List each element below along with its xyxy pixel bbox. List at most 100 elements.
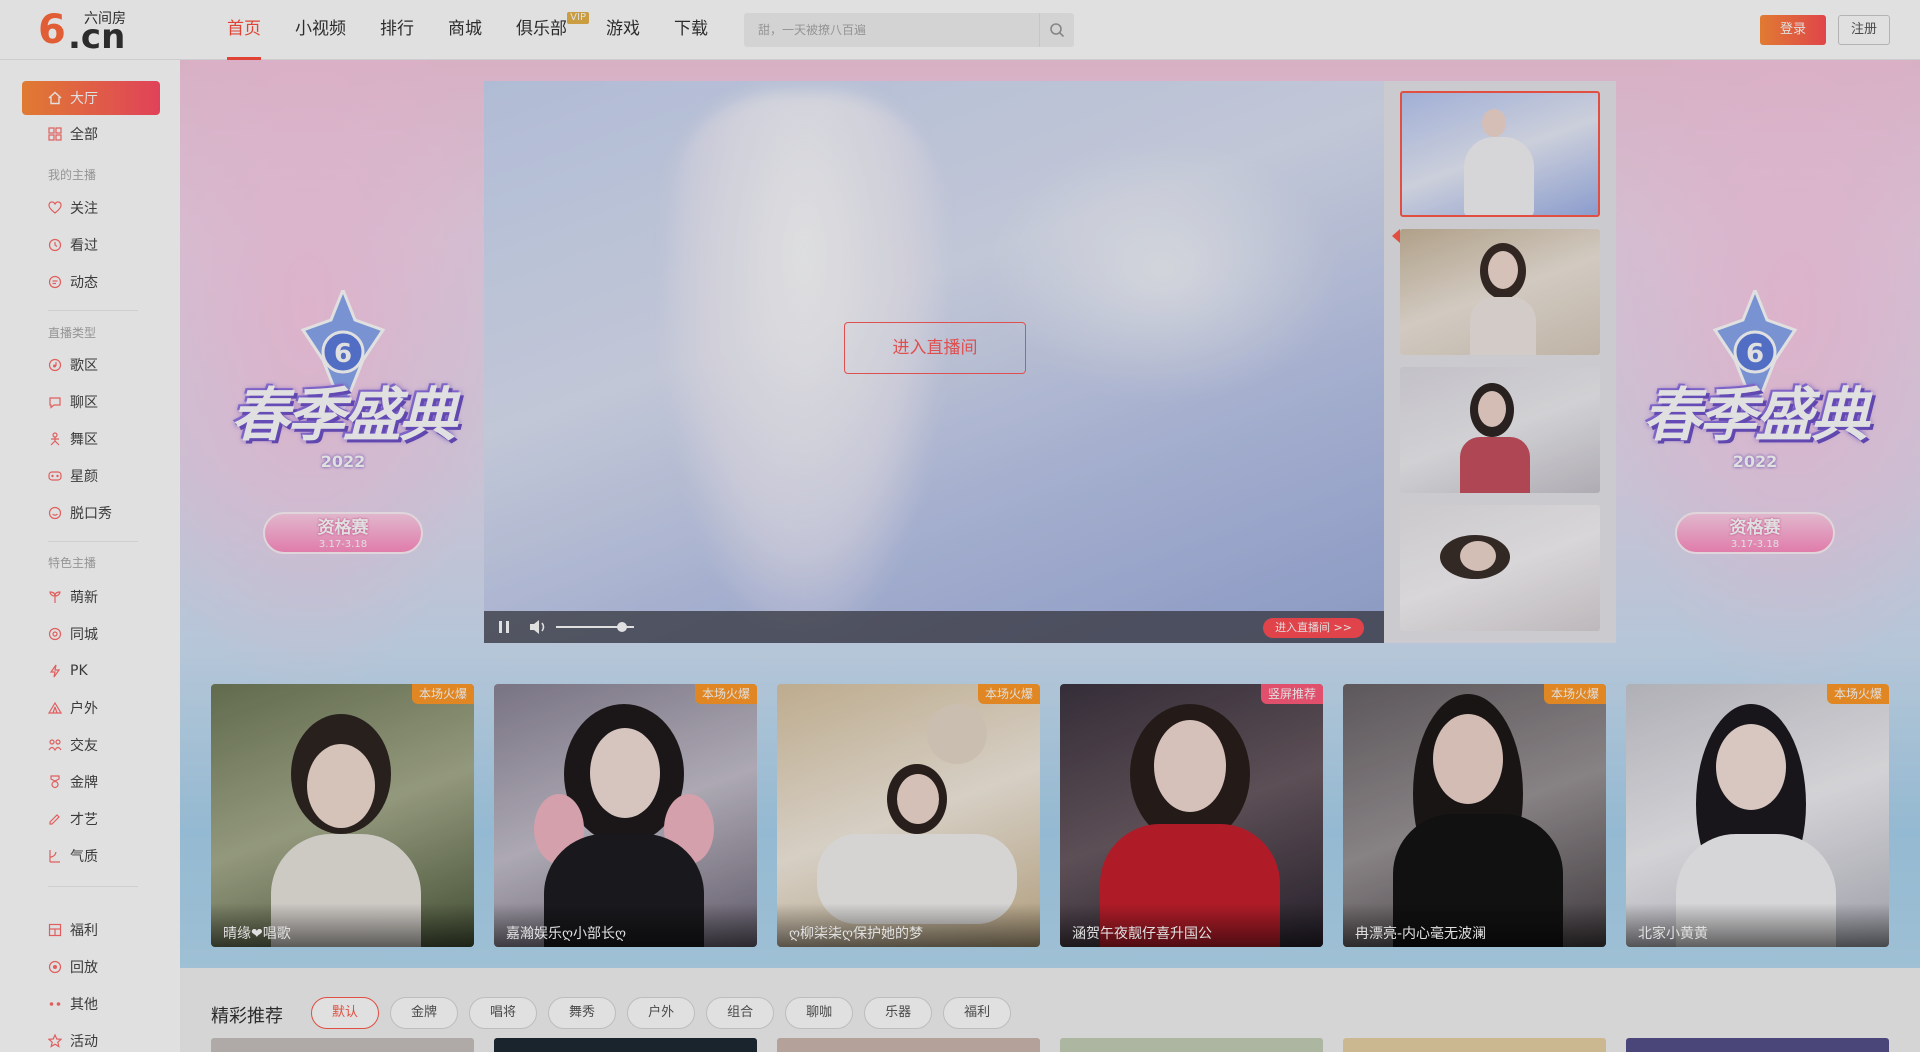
sidebar-item-temperament[interactable]: 气质 bbox=[22, 839, 160, 873]
recommend-card[interactable] bbox=[777, 1038, 1040, 1052]
search-button[interactable] bbox=[1039, 13, 1074, 47]
sidebar-item-label: 脱口秀 bbox=[70, 506, 112, 522]
sidebar-item-dance[interactable]: 舞区 bbox=[22, 422, 160, 456]
clock-icon bbox=[48, 238, 62, 252]
live-card[interactable]: 本场火爆 晴缘❤唱歌 bbox=[211, 684, 474, 947]
event-year: 2022 bbox=[1732, 452, 1778, 471]
thumb-item[interactable] bbox=[1400, 367, 1600, 493]
nav-home-label: 首页 bbox=[227, 19, 261, 39]
sidebar-item-talk-show[interactable]: 脱口秀 bbox=[22, 496, 160, 530]
sidebar-group-type: 直播类型 bbox=[48, 326, 97, 340]
sidebar-item-label: 歌区 bbox=[70, 358, 98, 374]
sidebar-item-welfare[interactable]: 福利 bbox=[22, 913, 160, 947]
volume-slider-handle[interactable] bbox=[617, 622, 627, 632]
nav-short-video[interactable]: 小视频 bbox=[278, 0, 363, 60]
sidebar-item-all[interactable]: 全部 bbox=[22, 117, 160, 151]
card-hot-tag: 本场火爆 bbox=[411, 684, 474, 704]
sidebar-item-label: 动态 bbox=[70, 275, 98, 291]
nav-mall[interactable]: 商城 bbox=[431, 0, 499, 60]
sidebar-item-hall[interactable]: 大厅 bbox=[22, 81, 160, 115]
card-anchor-name: 晴缘❤唱歌 bbox=[211, 903, 474, 947]
live-card[interactable]: 本场火爆 北家小黄黄 bbox=[1626, 684, 1889, 947]
event-year: 2022 bbox=[320, 452, 366, 471]
thumb-item[interactable] bbox=[1400, 505, 1600, 631]
sidebar-item-same-city[interactable]: 同城 bbox=[22, 617, 160, 651]
sidebar-item-pk[interactable]: PK bbox=[22, 654, 160, 688]
sidebar-item-label: 气质 bbox=[70, 849, 98, 865]
event-badge-right[interactable]: 6 春季盛典 2022 资格赛 3.17-3.18 bbox=[1620, 290, 1890, 580]
thumb-face bbox=[1478, 391, 1506, 427]
volume-icon[interactable] bbox=[528, 618, 548, 636]
sidebar-item-star-face[interactable]: 星颜 bbox=[22, 459, 160, 493]
filter-chip-gold[interactable]: 金牌 bbox=[390, 997, 459, 1029]
sidebar-item-follow[interactable]: 关注 bbox=[22, 191, 160, 225]
thumb-face bbox=[1488, 251, 1518, 289]
card-anchor-name: 冉漂亮-内心毫无波澜 bbox=[1343, 903, 1606, 947]
recommend-card[interactable] bbox=[211, 1038, 474, 1052]
nav-mall-label: 商城 bbox=[448, 19, 482, 39]
filter-chip-chat[interactable]: 聊咖 bbox=[785, 997, 854, 1029]
filter-chip-outdoor[interactable]: 户外 bbox=[627, 997, 696, 1029]
recommend-card[interactable] bbox=[494, 1038, 757, 1052]
nav-download[interactable]: 下载 bbox=[657, 0, 725, 60]
bubble-icon bbox=[48, 395, 62, 409]
live-card[interactable]: 本场火爆 冉漂亮-内心毫无波澜 bbox=[1343, 684, 1606, 947]
thumb-item[interactable] bbox=[1400, 91, 1600, 217]
filter-chip-group[interactable]: 组合 bbox=[706, 997, 775, 1029]
video-frame-cloud bbox=[984, 141, 1344, 401]
sidebar-item-gold[interactable]: 金牌 bbox=[22, 765, 160, 799]
search-box bbox=[744, 13, 1074, 47]
nav-games[interactable]: 游戏 bbox=[589, 0, 657, 60]
sidebar-item-feed[interactable]: 动态 bbox=[22, 265, 160, 299]
event-title: 春季盛典 bbox=[230, 381, 457, 449]
filter-chip-welfare[interactable]: 福利 bbox=[943, 997, 1012, 1029]
sidebar-item-newbie[interactable]: 萌新 bbox=[22, 580, 160, 614]
search-input[interactable] bbox=[744, 13, 1039, 47]
event-badge-left[interactable]: 6 春季盛典 2022 资格赛 3.17-3.18 bbox=[208, 290, 478, 580]
sidebar-item-replay[interactable]: 回放 bbox=[22, 950, 160, 984]
recommend-card[interactable] bbox=[1626, 1038, 1889, 1052]
live-card[interactable]: 竖屏推荐 涵贺午夜靓仔喜升国公 bbox=[1060, 684, 1323, 947]
recommend-card[interactable] bbox=[1343, 1038, 1606, 1052]
pause-icon[interactable] bbox=[496, 619, 512, 635]
sidebar-item-events[interactable]: 活动 bbox=[22, 1024, 160, 1052]
enter-live-room-small-button[interactable]: 进入直播间 >> bbox=[1263, 618, 1364, 638]
filter-chip-dance[interactable]: 舞秀 bbox=[548, 997, 617, 1029]
login-button[interactable]: 登录 bbox=[1760, 15, 1826, 45]
vip-badge: VIP bbox=[567, 12, 589, 24]
thumb-item[interactable] bbox=[1400, 229, 1600, 355]
thumb-body bbox=[1460, 437, 1530, 493]
sidebar-item-singing[interactable]: 歌区 bbox=[22, 348, 160, 382]
svg-text:6: 6 bbox=[1746, 339, 1764, 369]
nav-club[interactable]: 俱乐部 VIP bbox=[499, 0, 589, 60]
event-pill-label: 资格赛 bbox=[317, 518, 369, 538]
register-button[interactable]: 注册 bbox=[1838, 15, 1890, 45]
sidebar-item-outdoor[interactable]: 户外 bbox=[22, 691, 160, 725]
enter-live-room-button[interactable]: 进入直播间 bbox=[844, 322, 1026, 374]
live-card[interactable]: 本场火爆 嘉瀚娱乐ღ小部长ღ bbox=[494, 684, 757, 947]
heart-icon bbox=[48, 201, 62, 215]
sidebar-item-friends[interactable]: 交友 bbox=[22, 728, 160, 762]
sidebar-item-label: 看过 bbox=[70, 238, 98, 254]
nav-home[interactable]: 首页 bbox=[210, 0, 278, 60]
site-logo[interactable]: 6 .cn 六间房 bbox=[38, 8, 138, 54]
sidebar-item-label: 聊区 bbox=[70, 395, 98, 411]
sidebar-item-watched[interactable]: 看过 bbox=[22, 228, 160, 262]
sidebar-item-talent[interactable]: 才艺 bbox=[22, 802, 160, 836]
sidebar-item-label: 星颜 bbox=[70, 469, 98, 485]
card-face bbox=[1716, 724, 1786, 810]
live-card[interactable]: 本场火爆 ღ柳柒柒ღ保护她的梦 bbox=[777, 684, 1040, 947]
medal-icon bbox=[48, 775, 62, 789]
live-video-player[interactable]: 进入直播间 进入直播间 >> bbox=[484, 81, 1384, 643]
filter-chip-instrument[interactable]: 乐器 bbox=[864, 997, 933, 1029]
recommend-card[interactable] bbox=[1060, 1038, 1323, 1052]
nav-ranking[interactable]: 排行 bbox=[363, 0, 431, 60]
filter-chip-singer[interactable]: 唱将 bbox=[469, 997, 538, 1029]
people-icon bbox=[48, 738, 62, 752]
sidebar-item-chat[interactable]: 聊区 bbox=[22, 385, 160, 419]
sidebar-item-label: 活动 bbox=[70, 1034, 98, 1050]
filter-chip-default[interactable]: 默认 bbox=[311, 997, 380, 1029]
card-cat bbox=[927, 704, 987, 764]
sidebar-item-label: 萌新 bbox=[70, 590, 98, 606]
sidebar-item-other[interactable]: 其他 bbox=[22, 987, 160, 1021]
